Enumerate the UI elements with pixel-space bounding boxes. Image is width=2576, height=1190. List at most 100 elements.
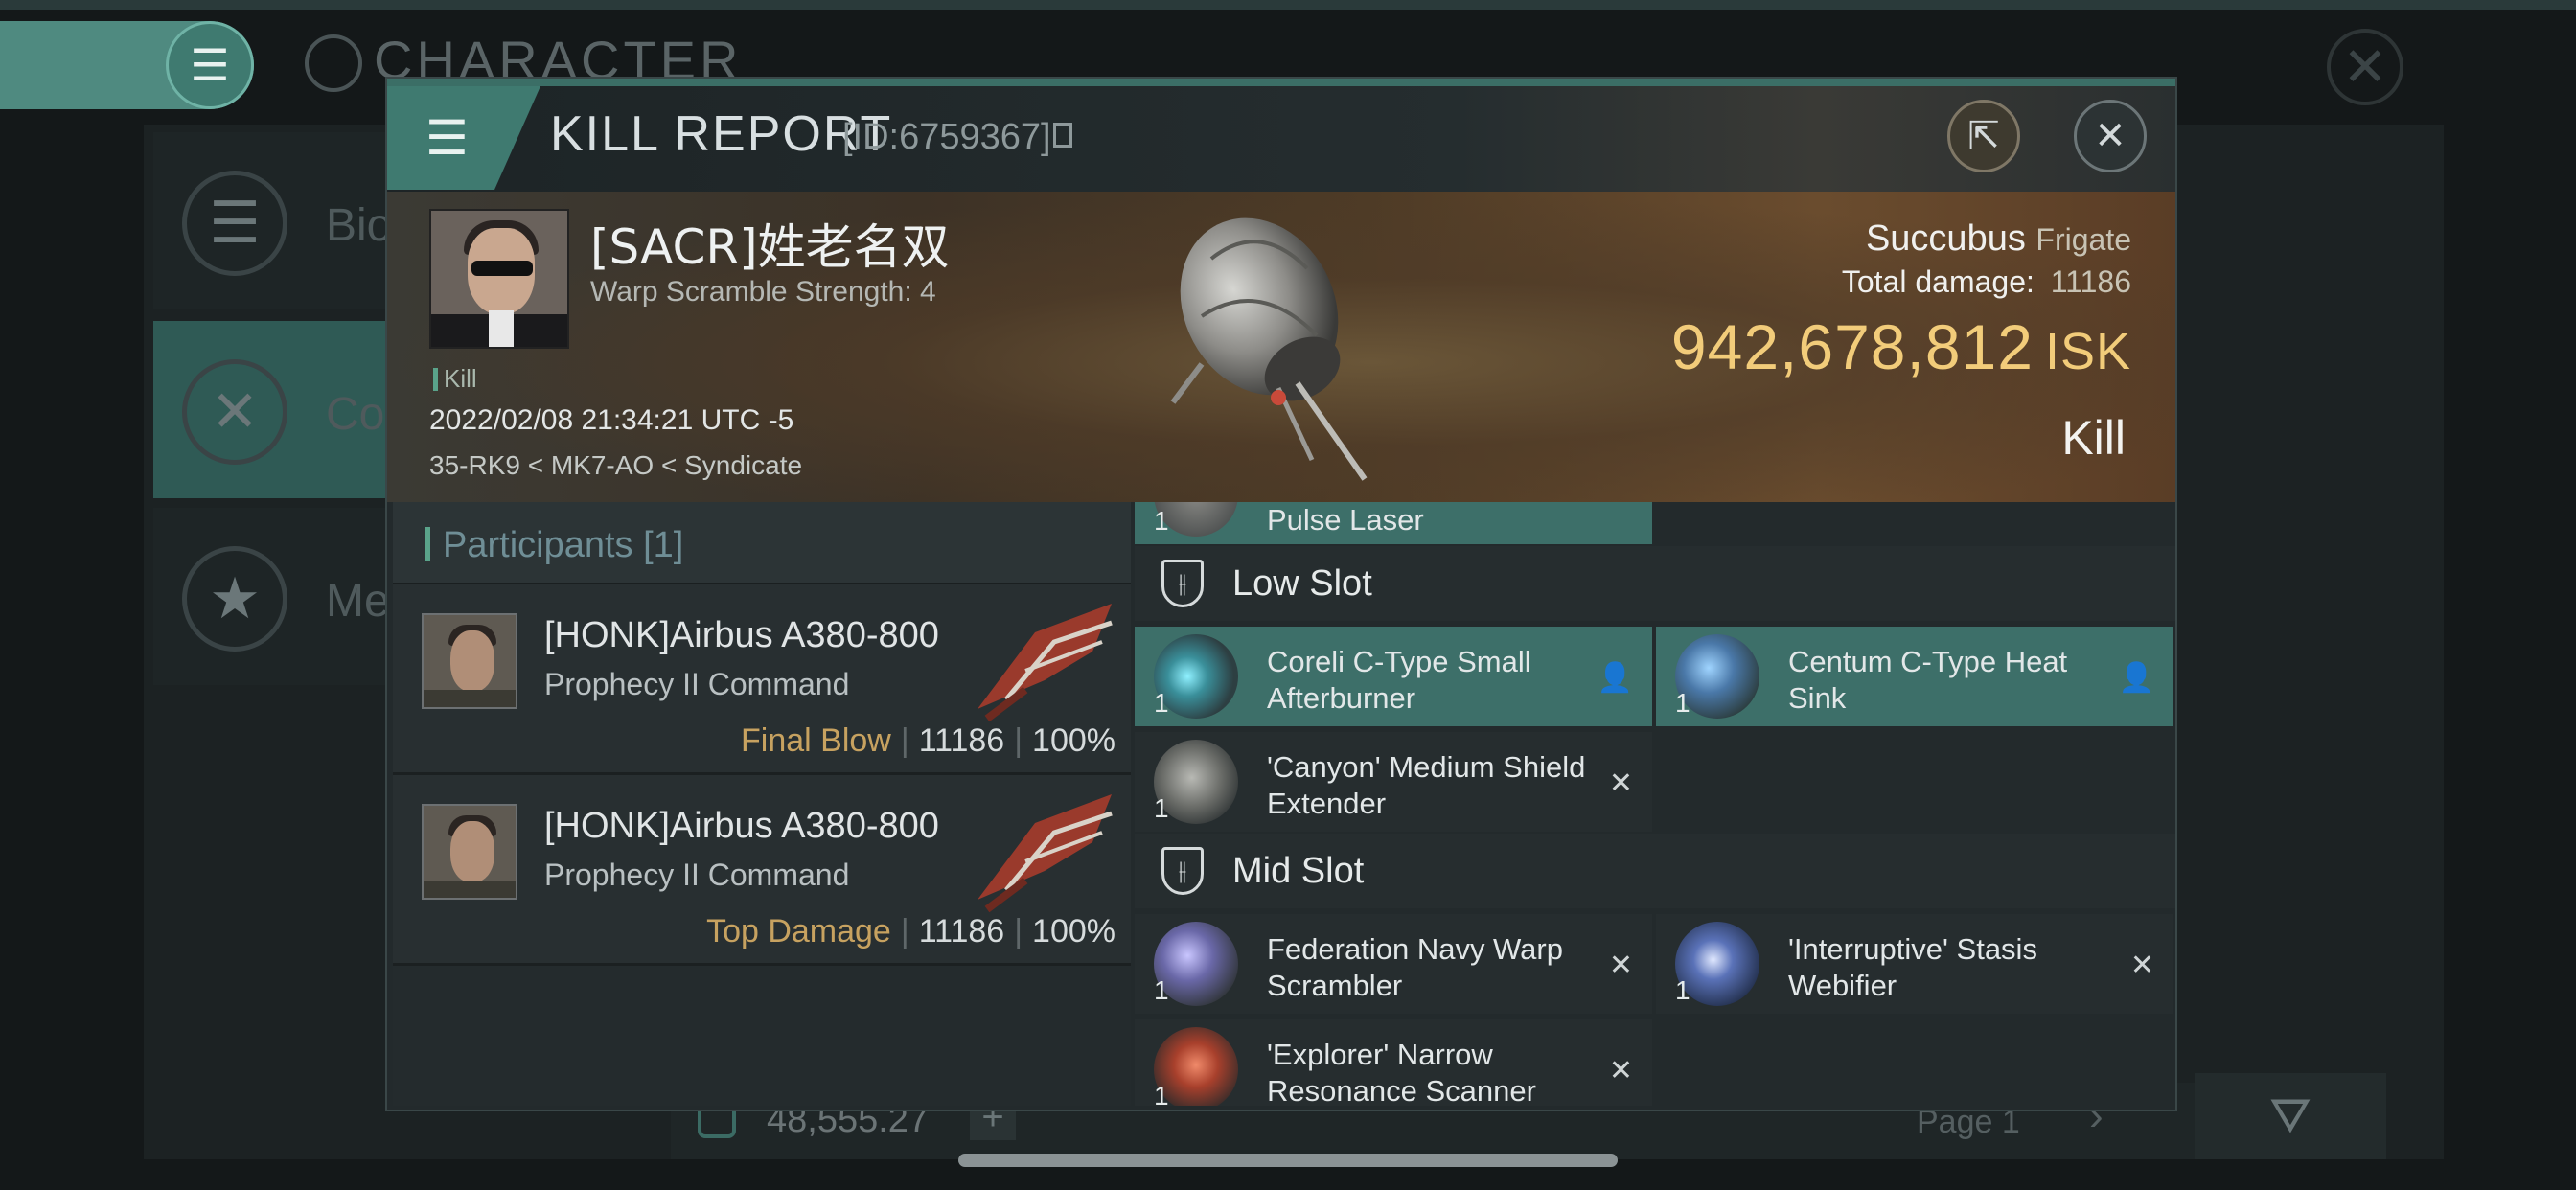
participant-row[interactable]: [HONK]Airbus A380-800 Prophecy II Comman…: [393, 584, 1131, 775]
kill-datetime: 2022/02/08 21:34:21 UTC -5: [429, 404, 794, 436]
destroyed-icon: ✕: [1608, 950, 1633, 981]
total-damage-label: Total damage:: [1841, 264, 2035, 299]
participants-title: Participants [1]: [443, 525, 684, 565]
window-top-accent: [387, 79, 2175, 86]
fitting-item[interactable]: 1 Coreli C-Type Small Afterburner 👤: [1135, 627, 1652, 726]
participant-name: [HONK]Airbus A380-800: [544, 806, 939, 846]
slot-icon: ⫲: [1162, 560, 1204, 607]
fitting-item[interactable]: 1 'Canyon' Medium Shield Extender ✕: [1135, 732, 1652, 832]
participant-ship-image: [978, 604, 1113, 722]
fitting-name: Federation Navy Warp Scrambler: [1267, 932, 1563, 1002]
slot-icon: ⫲: [1162, 847, 1204, 895]
crossed-swords-icon: ✕: [182, 359, 288, 465]
participant-percent: 100%: [1032, 913, 1116, 950]
participant-stats: Final Blow | 11186 | 100%: [741, 722, 1116, 759]
destroyed-icon: ✕: [1608, 1055, 1633, 1087]
fitting-qty: 1: [1154, 506, 1169, 536]
sidebar-item-bio[interactable]: ☰ Bio: [153, 132, 393, 309]
fitting-item[interactable]: 1 Federation Navy Warp Scrambler ✕: [1135, 914, 1652, 1014]
participant-stats: Top Damage | 11186 | 100%: [706, 913, 1116, 950]
fitting-name: Pulse Laser: [1267, 503, 1424, 537]
character-icon: [305, 34, 362, 92]
fitting-qty: 1: [1675, 975, 1690, 1005]
participant-role: Final Blow: [741, 722, 891, 759]
warp-scramble-strength: Warp Scramble Strength: 4: [590, 276, 936, 308]
fitting-qty: 1: [1154, 688, 1169, 718]
participant-ship: Prophecy II Command: [544, 667, 850, 701]
sidebar-item-label: Bio: [326, 200, 393, 251]
ship-name: Succubus: [1865, 218, 2026, 259]
list-icon: ☰: [182, 171, 288, 276]
result-label: Kill: [2061, 411, 2126, 465]
participant-name: [HONK]Airbus A380-800: [544, 615, 939, 655]
isk-amount: 942,678,812: [1670, 311, 2034, 382]
mid-slot-title: Mid Slot: [1232, 851, 1365, 891]
participant-avatar: [422, 613, 518, 709]
hamburger-icon: ☰: [426, 111, 469, 165]
victim-ship-image: [1170, 217, 1368, 481]
fitting-qty: 1: [1154, 975, 1169, 1005]
sidebar-item-label: Me: [326, 576, 390, 627]
fitting-qty: 1: [1154, 1081, 1169, 1106]
close-window-button[interactable]: ✕: [2074, 100, 2147, 172]
window-title: KILL REPORT: [550, 106, 893, 162]
fitting-qty: 1: [1154, 793, 1169, 823]
participant-ship: Prophecy II Command: [544, 858, 850, 892]
isk-unit: ISK: [2044, 323, 2131, 380]
total-damage-value: 11186: [2050, 264, 2131, 299]
fittings-panel: 1 Pulse Laser ⫲ Low Slot 1 Coreli C-Type…: [1135, 502, 2175, 1106]
participant-avatar: [422, 804, 518, 900]
filter-button[interactable]: ⛛: [2195, 1073, 2386, 1159]
kill-tag: Kill: [433, 364, 477, 394]
external-link-icon: ⇱: [1967, 115, 2000, 157]
home-indicator[interactable]: [958, 1154, 1618, 1167]
participant-role: Top Damage: [706, 913, 891, 950]
dropped-person-icon: 👤: [2118, 662, 2154, 694]
sidebar-item-medals[interactable]: ★ Me: [153, 508, 393, 685]
participant-damage: 11186: [918, 913, 1005, 950]
participant-ship-image: [978, 794, 1113, 913]
share-button[interactable]: ⇱: [1947, 100, 2020, 172]
kill-id: [ID:6759367]: [842, 117, 1051, 157]
top-edge: [0, 0, 2576, 10]
fitting-item[interactable]: 1 Pulse Laser: [1135, 502, 1652, 544]
participants-panel: Participants [1] [HONK]Airbus A380-800 P…: [393, 502, 1131, 1106]
fitting-name: 'Explorer' Narrow Resonance Scanner: [1267, 1038, 1536, 1106]
isk-value: 942,678,812 ISK: [1671, 310, 2131, 383]
participant-percent: 100%: [1032, 722, 1116, 759]
fitting-name: Coreli C-Type Small Afterburner: [1267, 645, 1531, 715]
kill-location[interactable]: 35-RK9 < MK7-AO < Syndicate: [429, 450, 802, 481]
close-icon: ✕: [2094, 115, 2127, 157]
filter-icon: ⛛: [2269, 1087, 2312, 1144]
victim-name[interactable]: [SACR]姓老名双: [590, 209, 950, 278]
close-icon[interactable]: ✕: [2327, 29, 2404, 105]
low-slot-header: ⫲ Low Slot: [1135, 546, 2175, 621]
fitting-item[interactable]: 1 'Interruptive' Stasis Webifier ✕: [1656, 914, 2174, 1014]
victim-banner: [SACR]姓老名双 Warp Scramble Strength: 4 Kil…: [387, 192, 2175, 502]
total-damage: Total damage: 11186: [1842, 264, 2131, 300]
fitting-qty: 1: [1675, 688, 1690, 718]
copy-icon[interactable]: [1053, 123, 1072, 148]
star-badge-icon: ★: [182, 546, 288, 652]
fitting-name: Centum C-Type Heat Sink: [1788, 645, 2068, 715]
mid-slot-header: ⫲ Mid Slot: [1135, 834, 2175, 908]
participant-row[interactable]: [HONK]Airbus A380-800 Prophecy II Comman…: [393, 775, 1131, 966]
sidebar-item-combat[interactable]: ✕ Con: [153, 321, 410, 498]
fitting-name: 'Interruptive' Stasis Webifier: [1788, 932, 2037, 1002]
low-slot-title: Low Slot: [1232, 563, 1372, 604]
victim-ship[interactable]: Succubus Frigate: [1866, 218, 2131, 260]
destroyed-icon: ✕: [1608, 767, 1633, 799]
header-accent: [426, 527, 430, 561]
ship-class: Frigate: [2036, 222, 2131, 257]
hamburger-icon: ☰: [166, 21, 254, 109]
victim-portrait[interactable]: [429, 209, 569, 349]
kill-report-window: ☰ KILL REPORT [ID:6759367] ⇱ ✕ [SACR]姓老名…: [385, 77, 2177, 1111]
fitting-name: 'Canyon' Medium Shield Extender: [1267, 750, 1586, 820]
participants-header[interactable]: Participants [1]: [393, 502, 1131, 584]
destroyed-icon: ✕: [2129, 950, 2154, 981]
fitting-item[interactable]: 1 Centum C-Type Heat Sink 👤: [1656, 627, 2174, 726]
participant-damage: 11186: [918, 722, 1005, 759]
main-menu-button[interactable]: ☰: [0, 21, 254, 109]
dropped-person-icon: 👤: [1597, 662, 1633, 694]
fitting-item[interactable]: 1 'Explorer' Narrow Resonance Scanner ✕: [1135, 1019, 1652, 1106]
